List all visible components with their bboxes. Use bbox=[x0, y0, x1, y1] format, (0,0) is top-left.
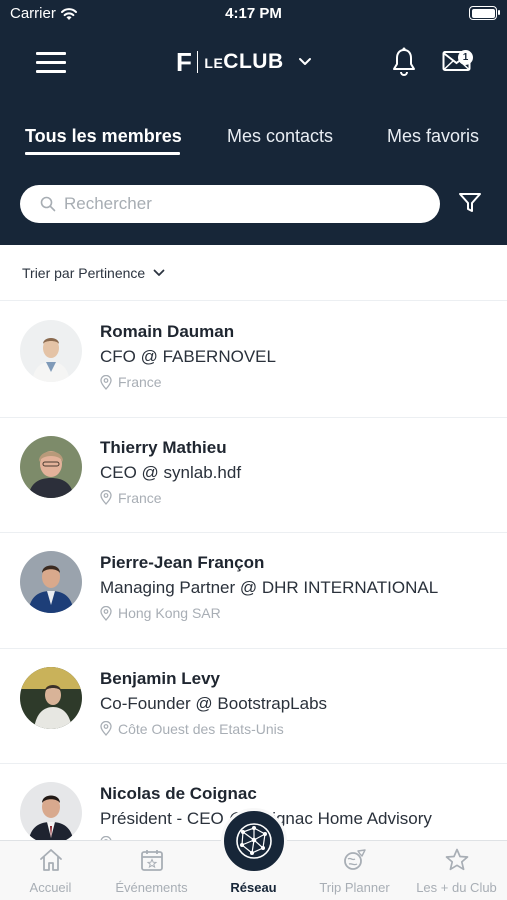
location-pin-icon bbox=[100, 490, 112, 505]
location-pin-icon bbox=[100, 374, 112, 390]
member-role: Co-Founder @ BootstrapLabs bbox=[100, 693, 328, 713]
logo-letter: F bbox=[176, 46, 192, 77]
member-role: CEO @ synlab.hdf bbox=[100, 462, 242, 482]
tab-mes-contacts[interactable]: Mes contacts bbox=[227, 126, 333, 147]
member-name: Thierry Mathieu bbox=[100, 437, 227, 457]
avatar bbox=[20, 435, 82, 498]
tab-mes-favoris[interactable]: Mes favoris bbox=[387, 126, 479, 147]
home-icon bbox=[39, 849, 62, 871]
search-input[interactable] bbox=[64, 194, 404, 214]
filter-funnel-icon[interactable] bbox=[458, 192, 482, 214]
member-name: Pierre-Jean Françon bbox=[100, 553, 265, 572]
app-header: Carrier 4:17 PM F LECLUB 1 Tous les memb… bbox=[0, 0, 507, 245]
active-tab-indicator bbox=[25, 152, 180, 155]
search-bar bbox=[20, 185, 440, 223]
logo-text: LECLUB bbox=[204, 50, 284, 73]
member-row[interactable]: Pierre-Jean Françon Managing Partner @ D… bbox=[0, 533, 507, 649]
member-list: Romain Dauman CFO @ FABERNOVEL France Th… bbox=[0, 302, 507, 880]
tab-les-plus-du-club[interactable]: Les + du Club bbox=[406, 841, 507, 900]
tab-label: Réseau bbox=[230, 880, 277, 895]
clock: 4:17 PM bbox=[225, 5, 282, 22]
member-name: Romain Dauman bbox=[100, 322, 235, 341]
reseau-network-button[interactable] bbox=[221, 808, 287, 874]
member-location: France bbox=[100, 374, 162, 390]
network-globe-icon bbox=[236, 823, 272, 859]
tab-trip-planner[interactable]: Trip Planner bbox=[304, 841, 405, 900]
member-name: Nicolas de Coignac bbox=[100, 784, 257, 803]
trip-planner-icon bbox=[343, 849, 366, 870]
battery-icon bbox=[469, 6, 500, 20]
member-row[interactable]: Romain Dauman CFO @ FABERNOVEL France bbox=[0, 302, 507, 418]
member-location: Hong Kong SAR bbox=[100, 605, 221, 621]
tab-tous-les-membres[interactable]: Tous les membres bbox=[25, 126, 182, 147]
avatar bbox=[20, 782, 82, 844]
tab-evenements[interactable]: Événements bbox=[101, 841, 202, 900]
calendar-star-icon bbox=[140, 850, 163, 871]
member-location: Côte Ouest des Etats-Unis bbox=[100, 721, 284, 737]
avatar bbox=[20, 320, 82, 382]
logo-divider bbox=[196, 51, 199, 73]
tab-label: Trip Planner bbox=[319, 880, 390, 895]
notifications-bell-icon[interactable] bbox=[390, 47, 418, 77]
club-logo-switcher[interactable]: F LECLUB bbox=[176, 46, 312, 77]
chevron-down-icon bbox=[298, 58, 311, 65]
sort-selector[interactable]: Trier par Pertinence bbox=[0, 245, 507, 301]
status-bar: Carrier 4:17 PM bbox=[0, 0, 507, 28]
messages-count-badge: 1 bbox=[458, 50, 473, 65]
member-row[interactable]: Thierry Mathieu CEO @ synlab.hdf France bbox=[0, 418, 507, 533]
avatar bbox=[20, 551, 82, 613]
member-role: CFO @ FABERNOVEL bbox=[100, 347, 276, 366]
tab-label: Événements bbox=[115, 880, 188, 895]
member-role: Managing Partner @ DHR INTERNATIONAL bbox=[100, 578, 439, 597]
top-navigation: F LECLUB 1 bbox=[0, 40, 507, 84]
chevron-down-icon bbox=[153, 269, 165, 276]
member-name: Benjamin Levy bbox=[100, 668, 220, 688]
member-row[interactable]: Benjamin Levy Co-Founder @ BootstrapLabs… bbox=[0, 649, 507, 764]
search-icon bbox=[40, 196, 56, 212]
tab-accueil[interactable]: Accueil bbox=[0, 841, 101, 900]
star-icon bbox=[445, 848, 468, 871]
avatar bbox=[20, 666, 82, 729]
members-tabs: Tous les membres Mes contacts Mes favori… bbox=[0, 118, 507, 158]
tab-label: Accueil bbox=[29, 880, 72, 895]
location-pin-icon bbox=[100, 605, 112, 621]
tab-label: Les + du Club bbox=[416, 880, 497, 895]
menu-button[interactable] bbox=[36, 50, 66, 74]
sort-label: Trier par Pertinence bbox=[22, 264, 146, 281]
member-location: France bbox=[100, 490, 162, 506]
location-pin-icon bbox=[100, 721, 112, 736]
